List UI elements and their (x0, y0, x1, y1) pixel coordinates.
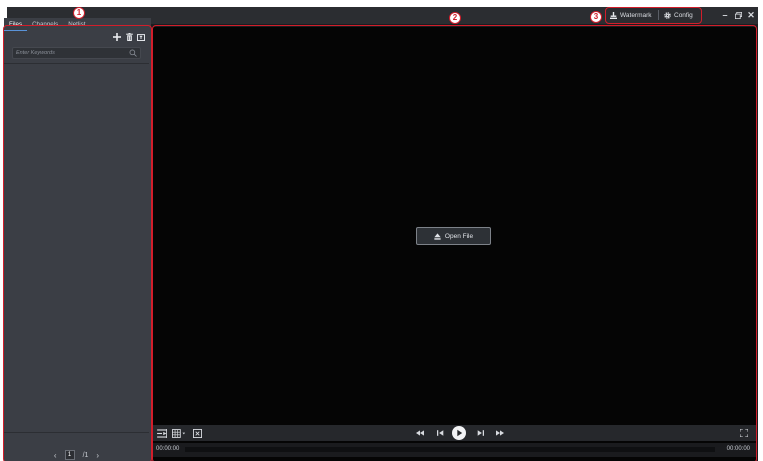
restore-button[interactable] (733, 8, 743, 22)
step-back-button[interactable] (435, 427, 445, 439)
pager: ‹ 1 /1 › (4, 449, 149, 461)
playlist-toggle-button[interactable] (156, 427, 168, 439)
watermark-button[interactable]: Watermark (610, 9, 652, 21)
layout-grid-button[interactable] (171, 427, 187, 439)
fast-forward-icon (496, 430, 504, 436)
callout-badge-3: 3 (590, 11, 602, 23)
add-file-button[interactable] (113, 33, 121, 41)
prev-page-button[interactable]: ‹ (54, 451, 57, 460)
callout-badge-1: 1 (73, 7, 85, 19)
delete-file-button[interactable] (125, 33, 133, 41)
file-tools (113, 31, 145, 43)
total-time: 00:00:00 (726, 446, 750, 452)
watermark-icon (610, 11, 617, 19)
current-page-input[interactable]: 1 (64, 450, 75, 460)
layout-grid-icon (172, 428, 186, 438)
tab-files[interactable]: Files (4, 19, 28, 31)
play-icon (452, 426, 466, 440)
play-button[interactable] (452, 426, 466, 440)
fullscreen-button[interactable] (739, 427, 749, 439)
restore-icon (734, 11, 742, 19)
minimize-button[interactable]: – (720, 8, 730, 22)
next-page-button[interactable]: › (96, 451, 99, 460)
eject-icon (434, 232, 441, 240)
config-button[interactable]: Config (664, 9, 693, 21)
timeline-track[interactable] (185, 447, 715, 452)
fullscreen-icon (740, 429, 748, 437)
gear-icon (664, 11, 671, 19)
config-label: Config (674, 11, 693, 19)
panel-tabs: Files Channels Netlist (4, 18, 149, 31)
step-back-icon (436, 430, 443, 436)
close-button[interactable]: ✕ (746, 8, 756, 22)
search-input[interactable] (16, 48, 126, 58)
open-file-label: Open File (444, 232, 474, 240)
step-forward-icon (477, 430, 484, 436)
playlist-icon (157, 428, 167, 438)
import-icon (137, 34, 145, 41)
rewind-icon (416, 430, 424, 436)
tab-netlist[interactable]: Netlist (63, 19, 90, 31)
step-forward-button[interactable] (475, 427, 485, 439)
pagination-footer: ‹ 1 /1 › (4, 432, 149, 461)
fast-forward-button[interactable] (495, 427, 505, 439)
timeline-bar: 00:00:00 00:00:00 (153, 443, 756, 457)
close-window-icon (192, 428, 202, 438)
search-icon[interactable] (129, 49, 137, 57)
close-window-button[interactable] (191, 427, 203, 439)
total-pages: /1 (82, 451, 89, 459)
rewind-button[interactable] (415, 427, 425, 439)
tab-channels[interactable]: Channels (27, 19, 63, 31)
delete-icon (125, 33, 133, 41)
panel-divider (4, 63, 149, 64)
current-time: 00:00:00 (156, 446, 180, 452)
file-list-panel: Files Channels Netlist Enter Keywords ‹ … (4, 18, 151, 461)
add-icon (113, 33, 121, 41)
callout-badge-2: 2 (449, 12, 461, 24)
watermark-label: Watermark (620, 11, 652, 19)
playback-control-bar (153, 425, 756, 441)
search-box (12, 47, 141, 59)
video-viewer: Open File 00:00:00 00:00:00 (153, 27, 756, 461)
toolbar-separator (658, 10, 659, 20)
close-icon: ✕ (747, 9, 755, 20)
open-file-button[interactable]: Open File (416, 227, 491, 245)
import-file-button[interactable] (137, 33, 145, 41)
minimize-icon: – (722, 10, 728, 20)
